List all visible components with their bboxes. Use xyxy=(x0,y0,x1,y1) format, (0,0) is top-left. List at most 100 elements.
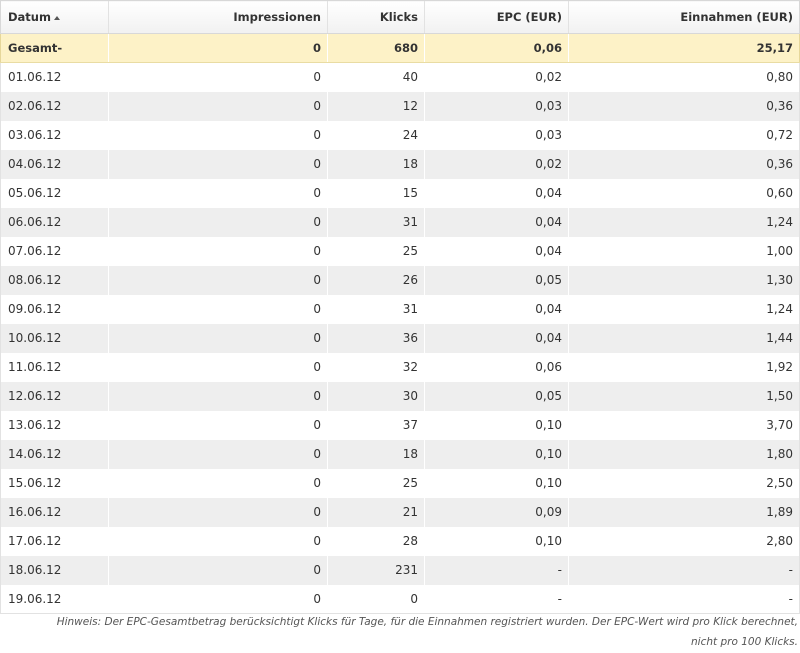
cell-epc: 0,10 xyxy=(424,439,569,469)
cell-date: 16.06.12 xyxy=(0,497,109,527)
cell-epc: 0,03 xyxy=(424,120,569,150)
cell-date: 19.06.12 xyxy=(0,584,109,614)
column-header-date[interactable]: Datum xyxy=(0,0,109,34)
table-row: 11.06.12 0 32 0,06 1,92 xyxy=(0,352,800,382)
cell-earnings: 1,80 xyxy=(568,439,800,469)
cell-epc: 0,04 xyxy=(424,236,569,266)
cell-earnings: 0,60 xyxy=(568,178,800,208)
cell-date: 12.06.12 xyxy=(0,381,109,411)
cell-epc: 0,05 xyxy=(424,265,569,295)
cell-earnings: 1,50 xyxy=(568,381,800,411)
total-row: Gesamt- 0 680 0,06 25,17 xyxy=(0,33,800,63)
total-earnings: 25,17 xyxy=(568,33,800,63)
cell-date: 07.06.12 xyxy=(0,236,109,266)
cell-clicks: 15 xyxy=(327,178,425,208)
table-row: 01.06.12 0 40 0,02 0,80 xyxy=(0,62,800,92)
cell-date: 11.06.12 xyxy=(0,352,109,382)
table-row: 07.06.12 0 25 0,04 1,00 xyxy=(0,236,800,266)
table-row: 15.06.12 0 25 0,10 2,50 xyxy=(0,468,800,498)
cell-clicks: 25 xyxy=(327,468,425,498)
footnote-line-1: Hinweis: Der EPC-Gesamtbetrag berücksich… xyxy=(56,616,798,628)
cell-clicks: 40 xyxy=(327,62,425,92)
cell-date: 01.06.12 xyxy=(0,62,109,92)
cell-date: 15.06.12 xyxy=(0,468,109,498)
cell-clicks: 30 xyxy=(327,381,425,411)
cell-epc: 0,02 xyxy=(424,62,569,92)
cell-clicks: 0 xyxy=(327,584,425,614)
cell-clicks: 31 xyxy=(327,294,425,324)
table-row: 16.06.12 0 21 0,09 1,89 xyxy=(0,497,800,527)
total-impressions: 0 xyxy=(108,33,328,63)
cell-impressions: 0 xyxy=(108,62,328,92)
cell-earnings: 2,80 xyxy=(568,526,800,556)
cell-earnings: 2,50 xyxy=(568,468,800,498)
cell-impressions: 0 xyxy=(108,526,328,556)
cell-epc: 0,04 xyxy=(424,294,569,324)
cell-date: 09.06.12 xyxy=(0,294,109,324)
column-header-clicks[interactable]: Klicks xyxy=(327,0,425,34)
table-row: 04.06.12 0 18 0,02 0,36 xyxy=(0,149,800,179)
table-row: 19.06.12 0 0- - xyxy=(0,584,800,614)
cell-impressions: 0 xyxy=(108,236,328,266)
cell-clicks: 25 xyxy=(327,236,425,266)
cell-impressions: 0 xyxy=(108,149,328,179)
table-row: 02.06.12 0 12 0,03 0,36 xyxy=(0,91,800,121)
cell-epc: 0,06 xyxy=(424,352,569,382)
total-clicks: 680 xyxy=(327,33,425,63)
cell-epc: 0,09 xyxy=(424,497,569,527)
table-row: 09.06.12 0 31 0,04 1,24 xyxy=(0,294,800,324)
cell-earnings: - xyxy=(568,584,800,614)
cell-date: 05.06.12 xyxy=(0,178,109,208)
cell-epc: - xyxy=(424,584,569,614)
cell-clicks: 36 xyxy=(327,323,425,353)
cell-epc: 0,04 xyxy=(424,323,569,353)
table-row: 10.06.12 0 36 0,04 1,44 xyxy=(0,323,800,353)
cell-impressions: 0 xyxy=(108,555,328,585)
cell-earnings: 0,80 xyxy=(568,62,800,92)
table-row: 12.06.12 0 30 0,05 1,50 xyxy=(0,381,800,411)
cell-earnings: 0,72 xyxy=(568,120,800,150)
cell-clicks: 26 xyxy=(327,265,425,295)
cell-epc: 0,02 xyxy=(424,149,569,179)
cell-epc: 0,04 xyxy=(424,207,569,237)
cell-clicks: 18 xyxy=(327,439,425,469)
column-header-epc[interactable]: EPC (EUR) xyxy=(424,0,569,34)
cell-epc: 0,10 xyxy=(424,468,569,498)
cell-impressions: 0 xyxy=(108,120,328,150)
cell-impressions: 0 xyxy=(108,381,328,411)
cell-date: 10.06.12 xyxy=(0,323,109,353)
cell-earnings: - xyxy=(568,555,800,585)
cell-clicks: 18 xyxy=(327,149,425,179)
cell-clicks: 24 xyxy=(327,120,425,150)
table-row: 17.06.12 0 28 0,10 2,80 xyxy=(0,526,800,556)
table-row: 03.06.12 0 24 0,03 0,72 xyxy=(0,120,800,150)
cell-clicks: 31 xyxy=(327,207,425,237)
table-row: 18.06.12 0 231- - xyxy=(0,555,800,585)
cell-earnings: 1,89 xyxy=(568,497,800,527)
cell-earnings: 1,24 xyxy=(568,294,800,324)
cell-impressions: 0 xyxy=(108,497,328,527)
column-header-impressions[interactable]: Impressionen xyxy=(108,0,328,34)
cell-impressions: 0 xyxy=(108,91,328,121)
cell-epc: 0,10 xyxy=(424,410,569,440)
cell-impressions: 0 xyxy=(108,265,328,295)
cell-impressions: 0 xyxy=(108,178,328,208)
table-body: Gesamt- 0 680 0,06 25,17 01.06.12 0 40 0,02… xyxy=(0,33,800,614)
cell-date: 02.06.12 xyxy=(0,91,109,121)
cell-epc: - xyxy=(424,555,569,585)
cell-epc: 0,04 xyxy=(424,178,569,208)
cell-clicks: 37 xyxy=(327,410,425,440)
cell-date: 04.06.12 xyxy=(0,149,109,179)
table-row: 13.06.12 0 37 0,10 3,70 xyxy=(0,410,800,440)
footnote: Hinweis: Der EPC-Gesamtbetrag berücksich… xyxy=(8,612,798,652)
cell-earnings: 1,30 xyxy=(568,265,800,295)
cell-epc: 0,03 xyxy=(424,91,569,121)
cell-date: 18.06.12 xyxy=(0,555,109,585)
cell-impressions: 0 xyxy=(108,207,328,237)
earnings-stats-table: Datum Impressionen Klicks EPC (EUR) Einn… xyxy=(0,0,800,614)
cell-date: 17.06.12 xyxy=(0,526,109,556)
table-header-row: Datum Impressionen Klicks EPC (EUR) Einn… xyxy=(0,0,800,34)
column-header-earnings[interactable]: Einnahmen (EUR) xyxy=(568,0,800,34)
cell-impressions: 0 xyxy=(108,323,328,353)
cell-epc: 0,10 xyxy=(424,526,569,556)
